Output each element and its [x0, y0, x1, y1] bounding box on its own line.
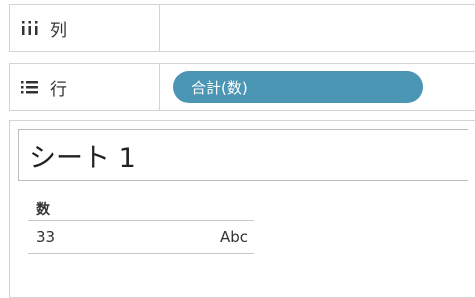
sum-measure-pill[interactable]: 合計(数) — [173, 71, 423, 103]
rows-shelf-label: 行 — [10, 64, 160, 110]
columns-shelf-label: 列 — [10, 5, 160, 51]
sheet-title-box[interactable]: シート 1 — [18, 129, 468, 181]
table-row[interactable]: 33 Abc — [28, 221, 254, 254]
row-value: 33 — [36, 228, 56, 246]
columns-shelf: 列 — [9, 4, 475, 52]
row-mark-label: Abc — [219, 228, 248, 246]
table-header: 数 — [28, 200, 254, 221]
rows-icon — [20, 79, 40, 95]
rows-shelf: 行 合計(数) — [9, 63, 475, 111]
sheet-view: シート 1 数 33 Abc — [9, 120, 475, 298]
sheet-title: シート 1 — [29, 142, 136, 174]
rows-label: 行 — [50, 79, 67, 100]
columns-drop-area[interactable] — [160, 5, 475, 51]
columns-icon — [20, 20, 40, 36]
data-table: 数 33 Abc — [28, 200, 254, 254]
columns-label: 列 — [50, 20, 67, 41]
